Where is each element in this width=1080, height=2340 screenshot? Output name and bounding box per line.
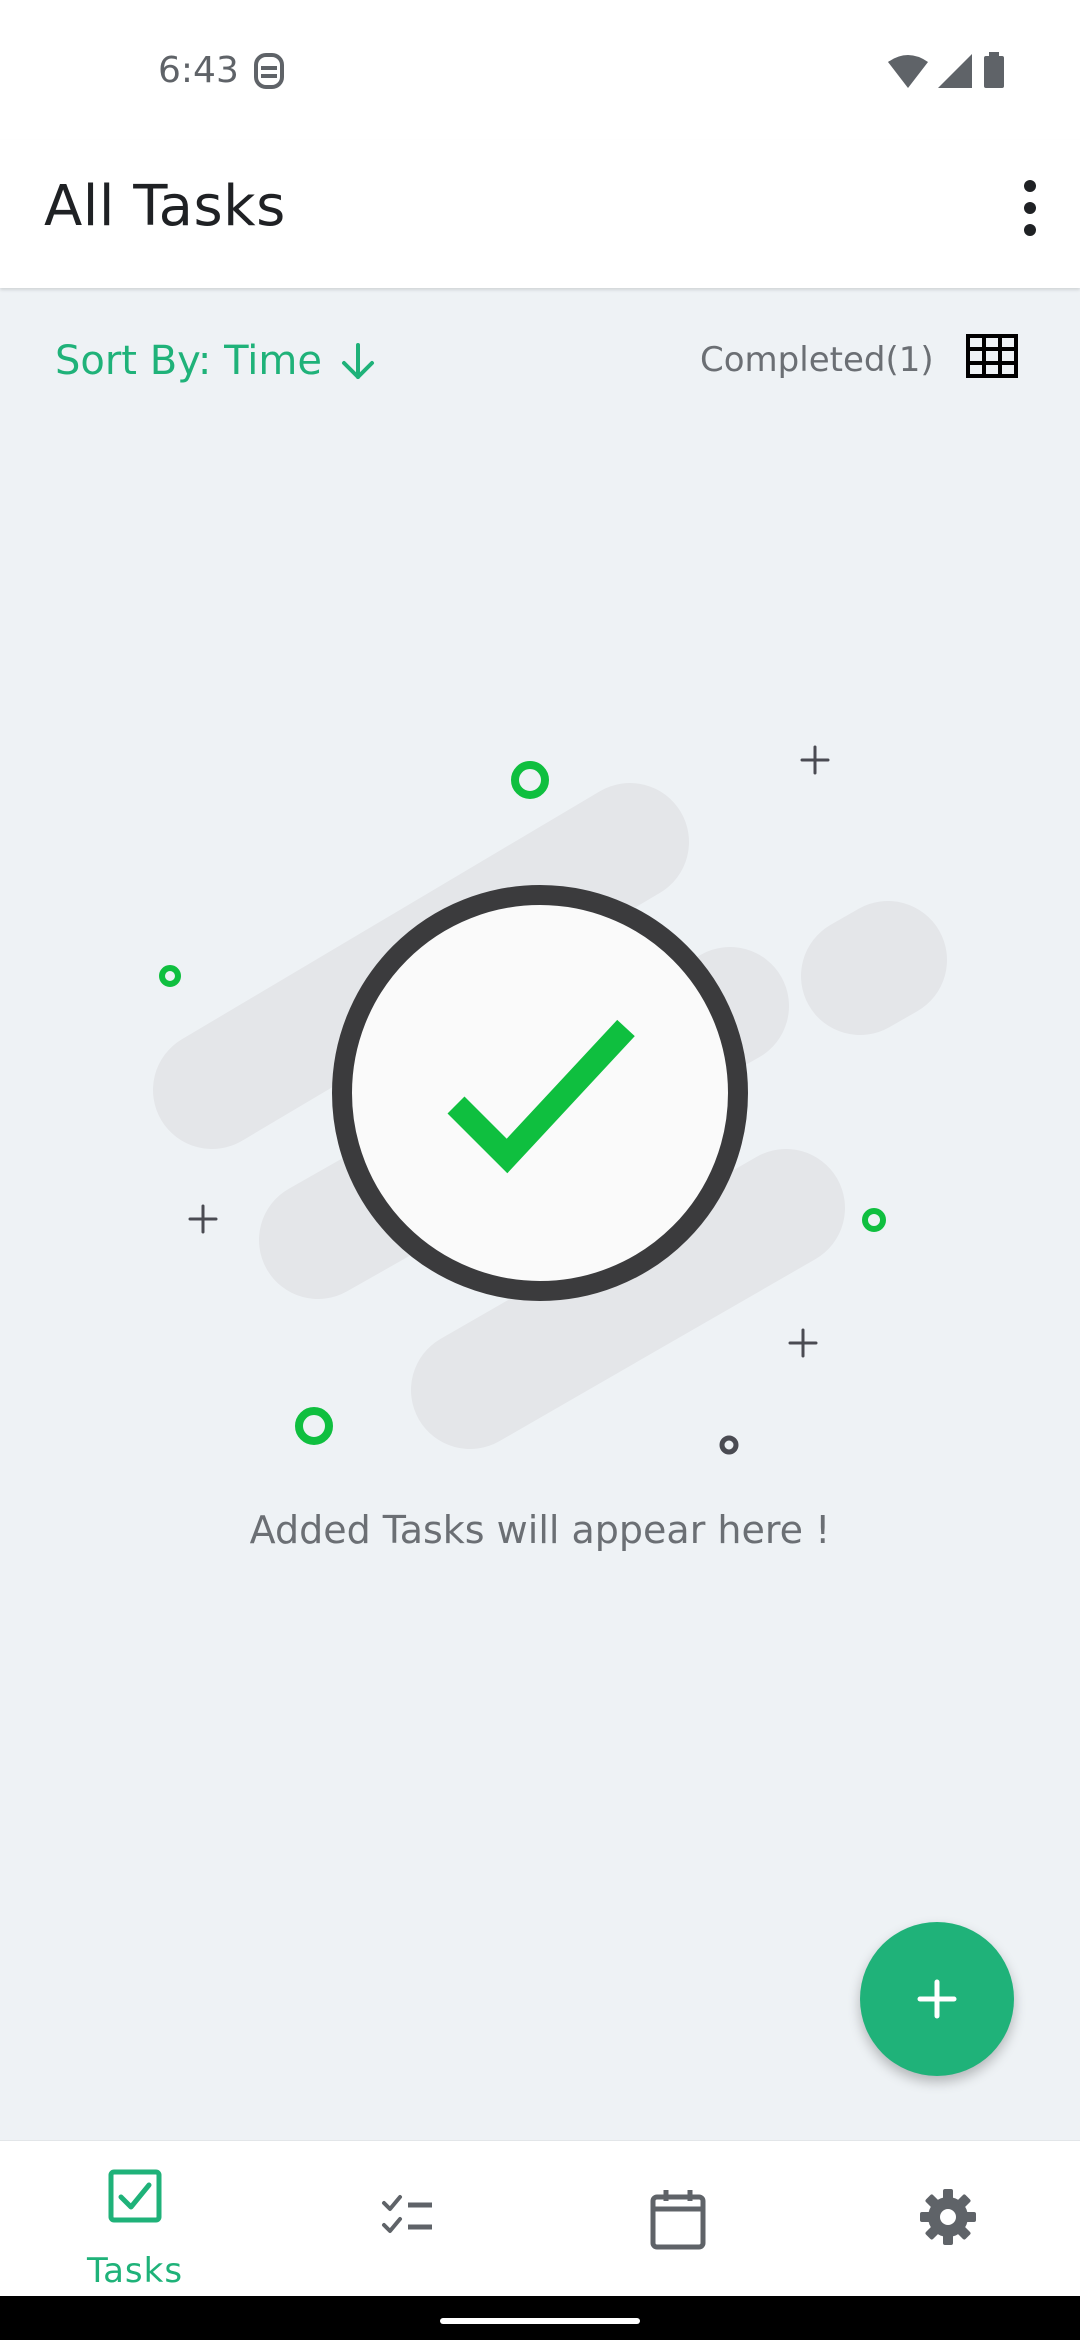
more-options-icon[interactable]	[1000, 176, 1060, 256]
sort-by-button[interactable]: Sort By: Time	[55, 338, 378, 384]
nav-item-tasks[interactable]: Tasks	[0, 2141, 270, 2297]
cell-signal-icon	[938, 54, 972, 88]
sort-by-label: Sort By: Time	[55, 338, 322, 384]
empty-state-illustration	[153, 745, 947, 1455]
grid-view-icon[interactable]	[966, 334, 1018, 378]
tasks-checkbox-icon	[108, 2169, 162, 2223]
check-circle-icon	[332, 885, 748, 1301]
home-gesture-handle[interactable]	[440, 2318, 640, 2324]
nav-item-settings[interactable]	[810, 2141, 1080, 2297]
app-bar: All Tasks	[0, 140, 1080, 288]
page-title: All Tasks	[44, 174, 286, 239]
filter-row: Sort By: Time Completed(1)	[0, 318, 1080, 408]
nav-label-tasks: Tasks	[86, 2251, 184, 2291]
settings-gear-icon	[920, 2189, 976, 2245]
notification-icon	[254, 53, 284, 89]
arrow-down-icon	[342, 343, 374, 379]
wifi-icon	[888, 55, 928, 88]
battery-icon	[984, 52, 1004, 88]
add-task-button[interactable]	[860, 1922, 1014, 2076]
bottom-navigation: Tasks	[0, 2140, 1080, 2297]
plus-icon	[917, 1979, 957, 2019]
completed-tasks-link[interactable]: Completed(1)	[700, 340, 934, 380]
calendar-icon	[650, 2190, 706, 2250]
nav-item-calendar[interactable]	[540, 2141, 810, 2297]
empty-state-message: Added Tasks will appear here !	[249, 1508, 831, 1552]
status-icons	[888, 52, 1004, 88]
checklist-icon	[382, 2195, 432, 2233]
status-time: 6:43	[158, 50, 239, 91]
nav-item-checklist[interactable]	[270, 2141, 540, 2297]
status-bar: 6:43	[0, 0, 1080, 140]
system-navigation-bar	[0, 2296, 1080, 2340]
